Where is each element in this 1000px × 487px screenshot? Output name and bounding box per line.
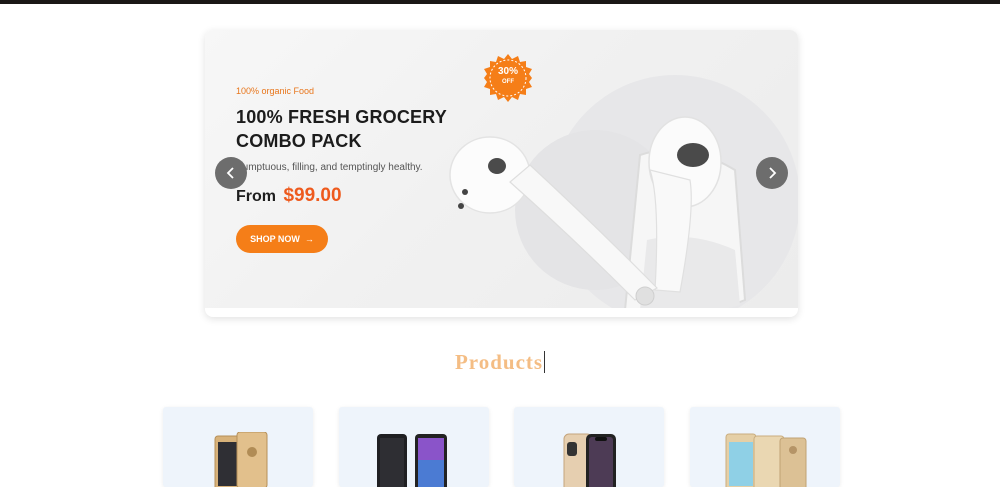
discount-badge: 30% OFF <box>484 54 532 102</box>
product-card[interactable] <box>690 407 840 487</box>
hero-slide: 100% organic Food 100% FRESH GROCERY COM… <box>205 30 798 308</box>
top-bar <box>0 0 1000 4</box>
gold-iphone-icon <box>563 433 616 487</box>
black-smartphone-icon <box>377 434 447 487</box>
hero-headline-line1: 100% FRESH GROCERY <box>236 107 447 127</box>
hero-headline: 100% FRESH GROCERY COMBO PACK <box>236 105 447 153</box>
text-cursor <box>544 351 546 373</box>
product-card[interactable] <box>339 407 489 487</box>
arrow-right-icon: → <box>304 234 314 244</box>
hero-eyebrow: 100% organic Food <box>236 86 315 96</box>
hero-price-row: From $99.00 <box>236 185 342 207</box>
gold-android-phone-icon <box>725 433 807 487</box>
hero-slider: 100% organic Food 100% FRESH GROCERY COM… <box>205 30 798 317</box>
chevron-right-icon <box>769 167 777 179</box>
discount-badge-text: 30% OFF <box>484 66 532 88</box>
shop-now-label: SHOP NOW <box>250 234 300 244</box>
slider-prev-button[interactable] <box>215 157 247 189</box>
products-title-text: Products <box>454 350 544 374</box>
gold-smartphone-icon <box>214 432 268 487</box>
product-card[interactable] <box>163 407 313 487</box>
hero-price: $99.00 <box>283 185 342 206</box>
discount-off-label: OFF <box>502 79 514 85</box>
hero-headline-line2: COMBO PACK <box>236 131 362 151</box>
chevron-left-icon <box>226 167 234 179</box>
price-prefix: From <box>236 188 276 205</box>
slider-next-button[interactable] <box>756 157 788 189</box>
discount-percent: 30% <box>497 66 518 77</box>
product-card[interactable] <box>514 407 664 487</box>
hero-tagline: Sumptuous, filling, and temptingly healt… <box>236 162 423 173</box>
products-section-title: Products <box>0 350 1000 375</box>
earbuds-product-image <box>449 116 747 308</box>
shop-now-button[interactable]: SHOP NOW → <box>236 225 328 253</box>
